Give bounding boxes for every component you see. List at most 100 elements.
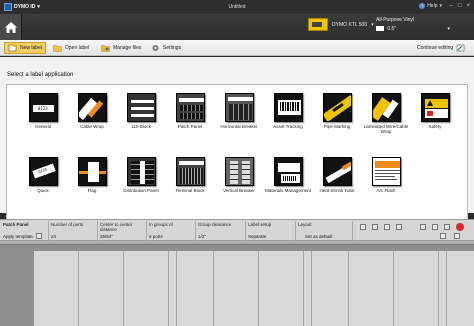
settings-button[interactable]: Settings	[148, 42, 184, 54]
help-icon: ?	[419, 3, 426, 9]
app-tile-horizontal-breaker[interactable]: Horizontal Breaker	[215, 93, 263, 149]
help-menu[interactable]: ? Help ▾	[419, 3, 442, 9]
app-tile-label: Laminated Wire/Cable Wrap	[363, 124, 409, 134]
app-tile-label: Cable Wrap	[80, 124, 104, 129]
app-tile-label: Quick	[37, 188, 49, 193]
center-distance-input[interactable]: 25/64"	[100, 234, 113, 239]
template-icon[interactable]	[36, 233, 42, 239]
number-of-ports-input[interactable]: 24	[51, 234, 56, 239]
settings-text: Settings	[163, 45, 182, 51]
app-tile-asset-tracking[interactable]: Asset Tracking	[264, 93, 312, 149]
110-block-icon	[127, 93, 156, 122]
app-tile-cable-wrap[interactable]: Cable Wrap	[68, 93, 116, 149]
app-tile-label: General	[34, 124, 51, 129]
horizontal-breaker-icon	[225, 93, 254, 122]
home-button[interactable]	[0, 14, 22, 40]
app-tile-vertical-breaker[interactable]: Vertical Breaker	[215, 157, 263, 213]
app-tile-110-block[interactable]: 110-Block	[117, 93, 165, 149]
laminated-wrap-icon	[372, 93, 401, 122]
app-tile-label: Materials Management	[265, 188, 311, 193]
delete-icon[interactable]	[444, 224, 450, 230]
label-setup-label: Label setup	[248, 222, 272, 227]
app-tile-label: Safety	[428, 124, 442, 129]
document-title: Untitled	[228, 4, 246, 10]
flag-icon	[78, 157, 107, 186]
app-tile-label: Asset Tracking	[273, 124, 303, 129]
minimize-button[interactable]: –	[450, 3, 453, 9]
app-tile-materials-management[interactable]: Materials Management	[264, 157, 312, 213]
vertical-breaker-icon	[225, 157, 254, 186]
folder-icon	[53, 45, 62, 52]
help-label: Help	[427, 3, 438, 9]
ruler	[0, 241, 474, 245]
center-distance-label: Center to center distance	[100, 222, 133, 232]
apply-template-button[interactable]: Apply template	[3, 234, 33, 239]
app-tile-distribution-panel[interactable]: Distribution Panel	[117, 157, 165, 213]
manage-files-button[interactable]: Manage files	[98, 42, 144, 54]
app-tile-flag[interactable]: Flag	[68, 157, 116, 213]
app-tile-patch-panel[interactable]: Patch Panel	[166, 93, 214, 149]
maximize-button[interactable]: □	[458, 3, 462, 9]
app-tile-label: Heat-Shrink Tube	[319, 188, 355, 193]
app-tile-label: 110-Block	[131, 124, 151, 129]
open-label-button[interactable]: Open label	[50, 42, 92, 54]
zoom-icon[interactable]	[360, 224, 366, 230]
app-tile-quick[interactable]: 0123 Quick	[19, 157, 67, 213]
app-tile-label: Pipe Marking	[323, 124, 351, 129]
groups-select[interactable]: 6 ports	[149, 234, 163, 239]
app-tile-safety[interactable]: Safety	[411, 93, 459, 149]
new-label-text: New label	[20, 45, 42, 51]
number-of-ports-label: Number of ports	[51, 222, 84, 227]
app-tile-terminal-block[interactable]: Terminal Block	[166, 157, 214, 213]
app-tile-label: Patch Panel	[177, 124, 203, 129]
continue-editing-button[interactable]: Continue editing	[414, 42, 468, 54]
terminal-block-icon	[176, 157, 205, 186]
new-label-button[interactable]: New label	[4, 42, 46, 54]
label-cartridge-selector[interactable]: All-Purpose Vinyl 0.5" ▾	[376, 17, 468, 32]
printer-selector[interactable]: DYMO XTL 500 ▾	[308, 18, 374, 31]
window-controls: – □ ×	[450, 3, 470, 9]
chevron-down-icon: ▾	[371, 21, 374, 28]
label-editor-canvas[interactable]	[0, 241, 474, 326]
continue-editing-text: Continue editing	[417, 45, 454, 51]
asset-tracking-icon	[274, 93, 303, 122]
app-tile-laminated-wrap[interactable]: Laminated Wire/Cable Wrap	[362, 93, 410, 149]
close-button[interactable]: ×	[466, 3, 470, 9]
gear-icon[interactable]	[454, 233, 460, 239]
redo-icon[interactable]	[432, 224, 438, 230]
new-label-icon	[8, 44, 17, 52]
arc-flash-icon	[372, 157, 401, 186]
group-clearance-input[interactable]: 1/2"	[198, 234, 206, 239]
quick-icon: 0123	[29, 157, 58, 186]
stop-icon[interactable]	[456, 223, 464, 231]
set-as-default-button[interactable]: Set as default	[305, 234, 333, 239]
print-preview-icon[interactable]	[372, 224, 378, 230]
manage-files-text: Manage files	[113, 45, 142, 51]
gear-icon	[152, 45, 159, 51]
label-preview[interactable]	[34, 251, 474, 326]
printer-icon	[308, 18, 328, 31]
app-tile-general[interactable]: 0123 General	[19, 93, 67, 149]
undo-icon[interactable]	[420, 224, 426, 230]
continue-editing-icon	[456, 44, 465, 52]
printer-name: DYMO XTL 500	[332, 21, 368, 28]
manage-files-icon	[101, 45, 110, 52]
open-label-text: Open label	[65, 45, 90, 51]
label-size: 0.5"	[387, 26, 397, 32]
patch-panel-icon	[176, 93, 205, 122]
app-tile-arc-flash[interactable]: Arc Flash	[362, 157, 410, 213]
settings-small-icon[interactable]	[440, 233, 446, 239]
materials-management-icon	[274, 157, 303, 186]
app-tile-label: Flag	[87, 188, 97, 193]
groups-label: In groups of	[149, 222, 173, 227]
label-setup-select[interactable]: Separate	[248, 234, 266, 239]
grid-icon[interactable]	[384, 224, 390, 230]
pipe-marking-icon	[323, 93, 352, 122]
app-tile-label: Terminal Block	[175, 188, 205, 193]
align-icon[interactable]	[396, 224, 402, 230]
group-clearance-label: Group clearance	[198, 222, 232, 227]
app-tile-pipe-marking[interactable]: Pipe Marking	[313, 93, 361, 149]
app-tile-heat-shrink-tube[interactable]: Heat-Shrink Tube	[313, 157, 361, 213]
app-tile-label: Arc Flash	[376, 188, 396, 193]
distribution-panel-icon	[127, 157, 156, 186]
